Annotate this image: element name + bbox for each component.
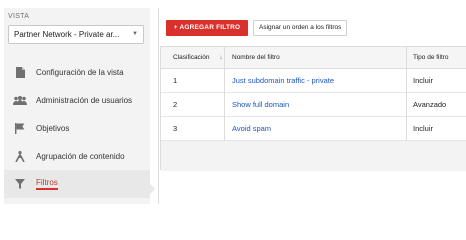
filter-name-link[interactable]: Just subdomain traffic - private [225,69,407,93]
sort-down-icon: ↓ [219,54,223,61]
filter-name-link[interactable]: Avoid spam [225,117,407,141]
filters-table: Clasificación ↓ Nombre del filtro Tipo d… [160,46,466,171]
sidebar-item-configuracion-vista[interactable]: Configuración de la vista [4,58,150,86]
sidebar-item-label: Configuración de la vista [36,67,124,77]
toolbar: + AGREGAR FILTRO Asignar un orden a los … [159,8,466,46]
filter-icon [4,179,36,189]
add-filter-button[interactable]: + AGREGAR FILTRO [166,20,248,36]
sidebar-item-administracion-usuarios[interactable]: Administración de usuarios [4,86,150,114]
vista-select-value: Partner Network - Private ar... [14,30,120,39]
column-header-tipo[interactable]: Tipo de filtro [407,47,466,69]
filter-name-link[interactable]: Show full domain [225,93,407,117]
row-rank: 3 [161,117,225,141]
row-rank: 1 [161,69,225,93]
row-rank: 2 [161,93,225,117]
sidebar-item-label: Objetivos [36,123,70,133]
table-row: 3 Avoid spam Incluir [161,117,466,141]
sidebar-item-filtros[interactable]: Filtros [4,170,150,198]
users-icon [4,95,36,105]
filter-type: Incluir [413,76,434,85]
table-header: Clasificación ↓ Nombre del filtro Tipo d… [161,47,466,69]
filters-panel: + AGREGAR FILTRO Asignar un orden a los … [158,8,466,204]
sidebar-item-label: Administración de usuarios [36,95,133,105]
vista-select[interactable]: Partner Network - Private ar... ▼ [8,25,144,44]
person-tree-icon [4,150,36,162]
chevron-down-icon: ▼ [132,31,138,37]
column-header-nombre[interactable]: Nombre del filtro [225,47,407,69]
flag-icon [4,122,36,134]
filter-type: Incluir [413,124,434,133]
active-pointer [150,184,155,194]
table-row: 2 Show full domain Avanzado [161,93,466,117]
sidebar-item-objetivos[interactable]: Objetivos [4,114,150,142]
sidebar-item-label: Filtros [36,178,58,190]
sidebar: VISTA Partner Network - Private ar... ▼ … [4,8,155,204]
assign-order-button[interactable]: Asignar un orden a los filtros [253,20,348,36]
sidebar-item-label: Agrupación de contenido [36,151,125,161]
table-footer-area [161,141,466,171]
vista-label: VISTA [8,13,30,20]
filter-type: Avanzado [413,100,447,109]
document-icon [4,66,36,78]
sidebar-item-agrupacion-contenido[interactable]: Agrupación de contenido [4,142,150,170]
table-row: 1 Just subdomain traffic - private Inclu… [161,69,466,93]
column-header-clasificacion[interactable]: Clasificación ↓ [161,47,225,69]
